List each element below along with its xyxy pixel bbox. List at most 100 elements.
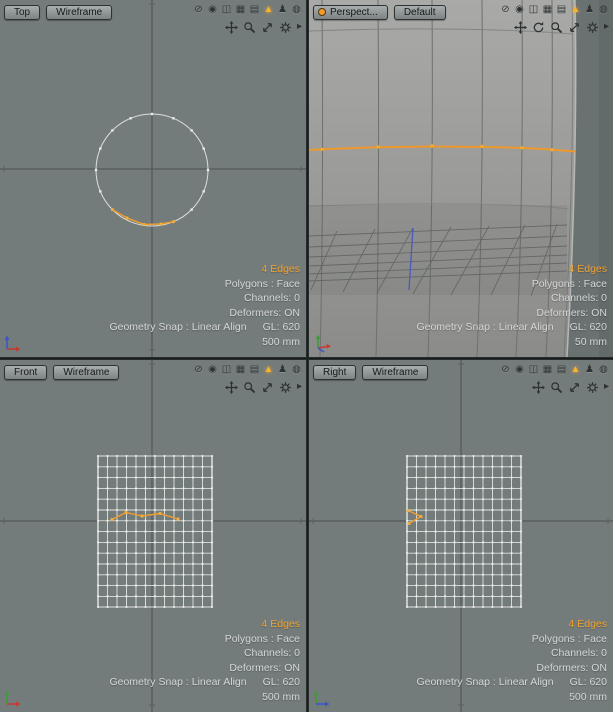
channels-count: Channels: 0 [109,646,300,661]
grid-scale: 500 mm [109,335,300,350]
grid-toggle-icon[interactable]: ▦ [234,3,247,16]
viewport-menu-arrow-icon[interactable]: ▸ [604,380,609,394]
pan-icon[interactable] [225,380,239,394]
grid-scale: 500 mm [416,690,607,705]
shade-style-icon[interactable]: ▲ [262,3,275,16]
pan-icon[interactable] [514,20,528,34]
layers-icon[interactable]: ▤ [555,363,568,376]
shading-mode-button[interactable]: Wireframe [53,365,119,380]
viewport-icon-row: ⊘ ◉ ◫ ▦ ▤ ▲ ♟ ◍ [192,363,303,376]
visibility-icon[interactable]: ⊘ [499,363,512,376]
shading-mode-button[interactable]: Wireframe [362,365,428,380]
pan-icon[interactable] [532,380,546,394]
layers-icon[interactable]: ▤ [248,363,261,376]
actor-icon[interactable]: ♟ [583,363,596,376]
viewport-front: Front Wireframe ⊘ ◉ ◫ ▦ ▤ ▲ ♟ ◍ ▸ 4 Edge… [0,360,306,712]
quad-viewport-layout: Top Wireframe ⊘ ◉ ◫ ▦ ▤ ▲ ♟ ◍ ▸ 4 Edges … [0,0,613,712]
viewport-info: 4 Edges Polygons : Face Channels: 0 Defo… [416,262,607,349]
mode-label: Wireframe [56,7,102,18]
gl-counter: GL: 620 [263,676,300,688]
wireframe-toggle-icon[interactable]: ◫ [220,363,233,376]
lights-icon[interactable]: ◍ [290,3,303,16]
zoom-region-icon[interactable] [261,380,275,394]
shading-mode-button[interactable]: Default [394,5,446,20]
lights-icon[interactable]: ◍ [597,3,610,16]
shade-style-icon[interactable]: ▲ [262,363,275,376]
orbit-icon[interactable] [532,20,546,34]
lights-icon[interactable]: ◍ [290,363,303,376]
zoom-icon[interactable] [550,380,564,394]
zoom-region-icon[interactable] [261,20,275,34]
settings-gear-icon[interactable] [586,20,600,34]
axis-gizmo [313,333,333,353]
settings-gear-icon[interactable] [586,380,600,394]
viewport-info: 4 Edges Polygons : Face Channels: 0 Defo… [109,617,300,704]
zoom-icon[interactable] [243,380,257,394]
shaded-view-icon[interactable]: ◉ [513,363,526,376]
view-select-button[interactable]: Perspect... [313,5,388,20]
channels-count: Channels: 0 [416,291,607,306]
shading-mode-button[interactable]: Wireframe [46,5,112,20]
selection-count: 4 Edges [109,617,300,632]
settings-gear-icon[interactable] [279,20,293,34]
wireframe-toggle-icon[interactable]: ◫ [527,363,540,376]
lights-icon[interactable]: ◍ [597,363,610,376]
view-label: Perspect... [330,7,378,18]
mode-label: Wireframe [372,367,418,378]
shaded-view-icon[interactable]: ◉ [206,3,219,16]
gl-counter: GL: 620 [570,676,607,688]
wireframe-toggle-icon[interactable]: ◫ [220,3,233,16]
actor-icon[interactable]: ♟ [276,363,289,376]
viewport-menu-arrow-icon[interactable]: ▸ [297,380,302,394]
grid-toggle-icon[interactable]: ▦ [541,3,554,16]
deformers-state: Deformers: ON [109,661,300,676]
view-label: Right [323,367,346,378]
viewport-nav-row: ▸ [514,20,609,34]
selection-count: 4 Edges [109,262,300,277]
deformers-state: Deformers: ON [109,306,300,321]
viewport-nav-row: ▸ [532,380,609,394]
wireframe-toggle-icon[interactable]: ◫ [527,3,540,16]
viewport-icon-row: ⊘ ◉ ◫ ▦ ▤ ▲ ♟ ◍ [192,3,303,16]
view-select-button[interactable]: Front [4,365,47,380]
zoom-region-icon[interactable] [568,20,582,34]
layers-icon[interactable]: ▤ [555,3,568,16]
viewport-info: 4 Edges Polygons : Face Channels: 0 Defo… [416,617,607,704]
mode-label: Wireframe [63,367,109,378]
viewport-perspective: Perspect... Default ⊘ ◉ ◫ ▦ ▤ ▲ ♟ ◍ ▸ 4 … [309,0,613,357]
snap-mode: Geometry Snap : Linear Align [109,321,246,333]
zoom-icon[interactable] [243,20,257,34]
polygons-mode: Polygons : Face [416,632,607,647]
settings-gear-icon[interactable] [279,380,293,394]
view-select-button[interactable]: Right [313,365,356,380]
shade-style-icon[interactable]: ▲ [569,363,582,376]
viewport-nav-row: ▸ [225,20,302,34]
polygons-mode: Polygons : Face [109,632,300,647]
grid-scale: 50 mm [416,335,607,350]
actor-icon[interactable]: ♟ [276,3,289,16]
view-select-button[interactable]: Top [4,5,40,20]
pan-icon[interactable] [225,20,239,34]
shaded-view-icon[interactable]: ◉ [513,3,526,16]
shaded-view-icon[interactable]: ◉ [206,363,219,376]
selection-count: 4 Edges [416,617,607,632]
view-label: Top [14,7,30,18]
snap-mode: Geometry Snap : Linear Align [416,676,553,688]
grid-toggle-icon[interactable]: ▦ [234,363,247,376]
zoom-icon[interactable] [550,20,564,34]
actor-icon[interactable]: ♟ [583,3,596,16]
viewport-right: Right Wireframe ⊘ ◉ ◫ ▦ ▤ ▲ ♟ ◍ ▸ 4 Edge… [309,360,613,712]
visibility-icon[interactable]: ⊘ [192,3,205,16]
grid-toggle-icon[interactable]: ▦ [541,363,554,376]
viewport-menu-arrow-icon[interactable]: ▸ [604,20,609,34]
visibility-icon[interactable]: ⊘ [499,3,512,16]
zoom-region-icon[interactable] [568,380,582,394]
visibility-icon[interactable]: ⊘ [192,363,205,376]
polygons-mode: Polygons : Face [416,277,607,292]
viewport-menu-arrow-icon[interactable]: ▸ [297,20,302,34]
shade-style-icon[interactable]: ▲ [569,3,582,16]
viewport-nav-row: ▸ [225,380,302,394]
viewport-top: Top Wireframe ⊘ ◉ ◫ ▦ ▤ ▲ ♟ ◍ ▸ 4 Edges … [0,0,306,357]
viewport-icon-row: ⊘ ◉ ◫ ▦ ▤ ▲ ♟ ◍ [499,363,610,376]
layers-icon[interactable]: ▤ [248,3,261,16]
